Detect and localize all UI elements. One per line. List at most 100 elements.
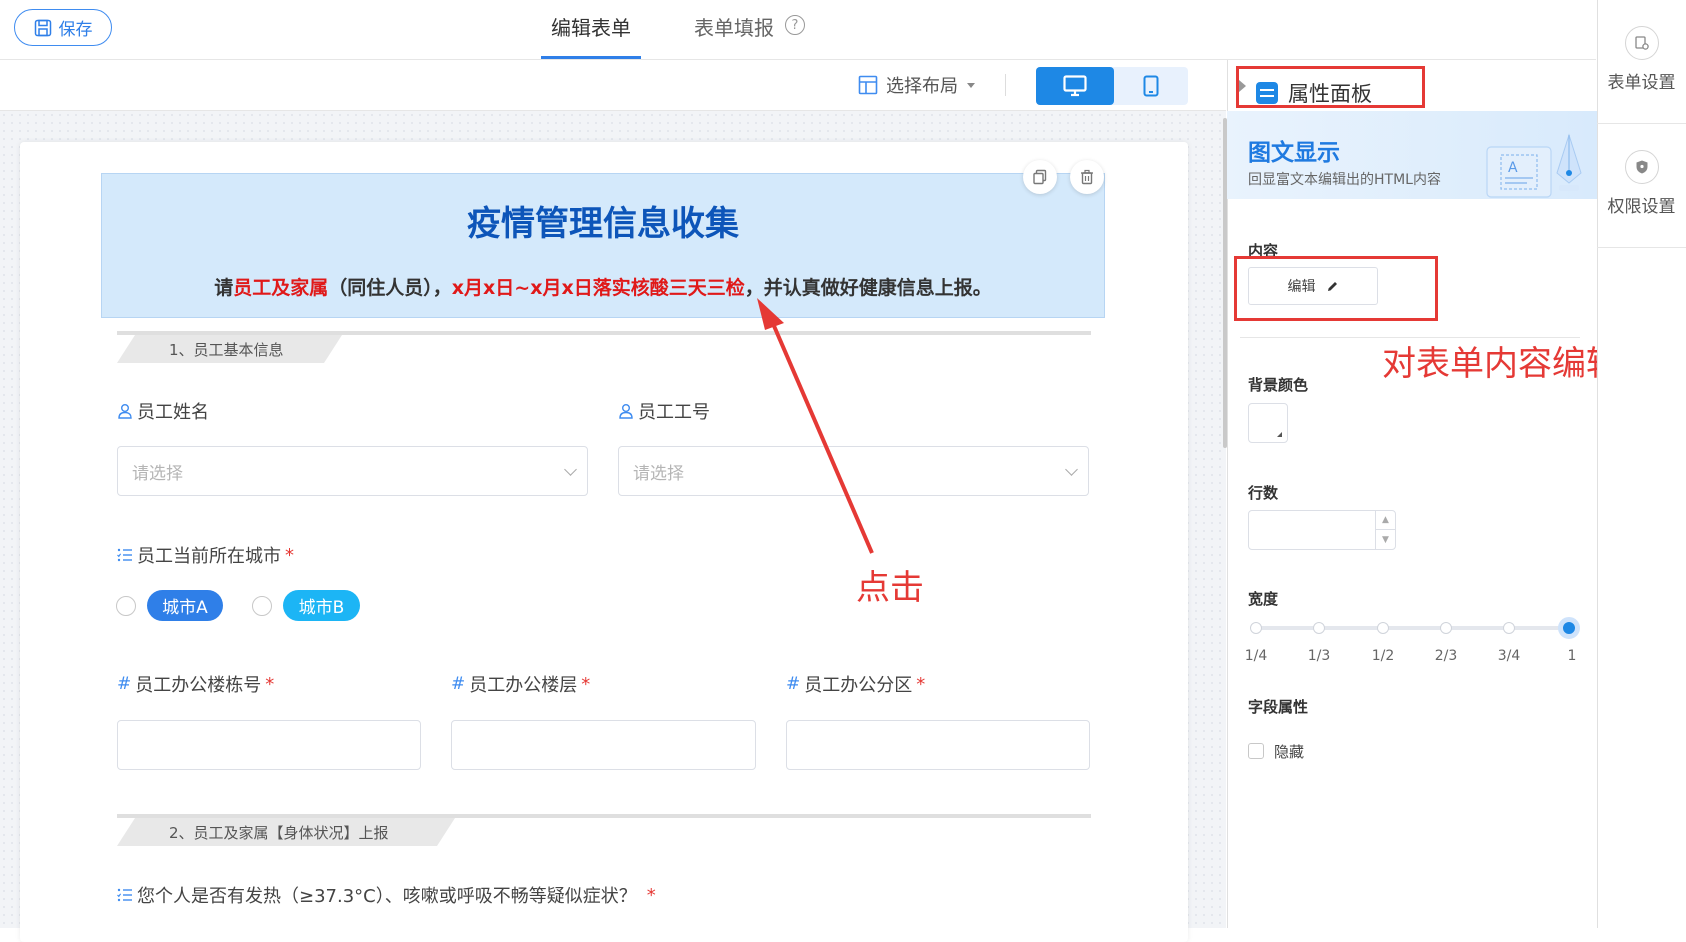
banner-subtitle-part: x月x日~x月x日落实核酸三天三检 <box>451 277 745 299</box>
width-option-label: 1/4 <box>1244 648 1268 664</box>
building-input[interactable] <box>117 720 421 770</box>
trash-icon <box>1081 169 1093 185</box>
rail-label: 表单设置 <box>1607 73 1676 93</box>
canvas-toolbar: 选择布局 <box>0 60 1226 111</box>
component-description: 回显富文本编辑出的HTML内容 <box>1248 172 1441 188</box>
device-switch <box>1036 67 1188 105</box>
width-slider-stop[interactable] <box>1250 622 1262 634</box>
city-option-b[interactable]: 城市B <box>283 590 360 621</box>
city-option-a[interactable]: 城市A <box>147 590 223 621</box>
width-option-label: 1/3 <box>1307 648 1331 664</box>
list-check-icon <box>117 548 132 562</box>
banner-subtitle-part: ，并认真做好健康信息上报。 <box>744 277 992 299</box>
banner-title: 疫情管理信息收集 <box>467 204 739 244</box>
top-bar: 保存 编辑表单 表单填报 ? <box>0 0 1596 60</box>
section-divider: 1、员工基本信息 <box>117 331 1091 363</box>
select-placeholder: 请选择 <box>633 463 684 484</box>
layout-icon <box>858 75 878 95</box>
save-button-label: 保存 <box>58 20 93 40</box>
employee-id-select[interactable]: 请选择 <box>618 446 1089 496</box>
field-label-floor: # 员工办公楼层 * <box>451 671 590 697</box>
field-label-building: # 员工办公楼栋号 * <box>117 671 274 697</box>
rich-text-illustration-icon: A <box>1486 133 1582 198</box>
city-radio-b[interactable] <box>252 596 272 616</box>
rail-form-settings[interactable]: 表单设置 <box>1597 0 1686 124</box>
section-title: 1、员工基本信息 <box>117 335 342 363</box>
required-mark: * <box>265 673 275 695</box>
required-mark: * <box>285 544 294 566</box>
annotation-edit-text: 对表单内容编辑 <box>1382 344 1620 384</box>
rows-stepper[interactable]: ▲ ▼ <box>1375 511 1395 549</box>
rows-number-input[interactable]: ▲ ▼ <box>1248 510 1396 550</box>
required-mark: * <box>916 673 926 695</box>
hidden-checkbox[interactable] <box>1248 743 1264 759</box>
width-slider-stop[interactable] <box>1503 622 1515 634</box>
width-option-label: 2/3 <box>1434 648 1458 664</box>
width-option-label: 1 <box>1567 648 1577 664</box>
hash-icon: # <box>451 674 466 694</box>
desktop-icon <box>1063 75 1087 97</box>
svg-text:A: A <box>1508 160 1518 176</box>
user-icon <box>118 404 132 419</box>
field-label-text: 员工工号 <box>638 402 710 423</box>
background-color-picker[interactable] <box>1248 403 1288 443</box>
tablet-icon <box>1143 75 1159 97</box>
field-label-text: 员工办公楼层 <box>469 675 578 696</box>
city-radio-a[interactable] <box>116 596 136 616</box>
copy-icon <box>1033 169 1047 185</box>
field-label-employee-id: 员工工号 <box>618 398 710 424</box>
banner-subtitle: 请员工及家属（同住人员），x月x日~x月x日落实核酸三天三检，并认真做好健康信息… <box>102 273 1104 300</box>
employee-name-select[interactable]: 请选择 <box>117 446 588 496</box>
width-slider-stop[interactable] <box>1377 622 1389 634</box>
tablet-view-button[interactable] <box>1114 67 1188 105</box>
rows-label: 行数 <box>1248 484 1279 502</box>
tab-fill-form[interactable]: 表单填报 <box>694 12 774 41</box>
width-slider-track[interactable] <box>1256 626 1570 630</box>
user-icon <box>619 404 633 419</box>
width-slider-thumb[interactable] <box>1558 617 1580 639</box>
section-divider: 2、员工及家属【身体状况】上报 <box>117 814 1091 846</box>
floor-input[interactable] <box>451 720 756 770</box>
hash-icon: # <box>117 674 132 694</box>
section-title: 2、员工及家属【身体状况】上报 <box>117 818 455 846</box>
field-label-city: 员工当前所在城市 * <box>117 542 294 568</box>
desktop-view-button[interactable] <box>1036 67 1114 105</box>
layout-select-label: 选择布局 <box>886 76 958 97</box>
required-mark: * <box>646 884 656 906</box>
width-option-label: 1/2 <box>1371 648 1395 664</box>
layout-select[interactable]: 选择布局 <box>858 72 976 98</box>
hash-icon: # <box>786 674 801 694</box>
caret-down-icon <box>967 83 975 88</box>
help-icon[interactable]: ? <box>785 15 805 35</box>
banner-subtitle-part: （同住人员）， <box>328 277 452 299</box>
component-title: 图文显示 <box>1248 140 1340 166</box>
banner-subtitle-part: 请 <box>214 277 234 299</box>
chevron-down-icon <box>1065 463 1078 476</box>
field-label-text: 员工办公楼栋号 <box>135 675 262 696</box>
area-input[interactable] <box>786 720 1090 770</box>
width-slider-stop[interactable] <box>1313 622 1325 634</box>
delete-component-button[interactable] <box>1070 160 1104 194</box>
hidden-checkbox-label: 隐藏 <box>1274 743 1305 761</box>
rail-permission-settings[interactable]: 权限设置 <box>1597 124 1686 248</box>
form-settings-icon <box>1624 26 1659 60</box>
field-label-employee-name: 员工姓名 <box>117 398 209 424</box>
chevron-down-icon <box>564 463 577 476</box>
field-label-text: 员工姓名 <box>137 402 209 423</box>
stepper-up-icon[interactable]: ▲ <box>1376 511 1395 530</box>
copy-component-button[interactable] <box>1023 160 1057 194</box>
list-check-icon <box>117 888 132 902</box>
field-label-area: # 员工办公分区 * <box>786 671 925 697</box>
field-label-text: 员工当前所在城市 <box>137 546 281 567</box>
required-mark: * <box>581 673 591 695</box>
width-label: 宽度 <box>1248 590 1279 608</box>
save-icon <box>34 19 51 36</box>
stepper-down-icon[interactable]: ▼ <box>1376 530 1395 549</box>
rail-label: 权限设置 <box>1607 197 1676 217</box>
banner-subtitle-part: 员工及家属 <box>233 277 329 299</box>
width-slider-stop[interactable] <box>1440 622 1452 634</box>
rich-text-banner[interactable]: 疫情管理信息收集 请员工及家属（同住人员），x月x日~x月x日落实核酸三天三检，… <box>101 173 1105 318</box>
annotation-highlight-box <box>1236 66 1425 108</box>
save-button[interactable]: 保存 <box>14 9 112 46</box>
tab-edit-form[interactable]: 编辑表单 <box>551 12 631 41</box>
